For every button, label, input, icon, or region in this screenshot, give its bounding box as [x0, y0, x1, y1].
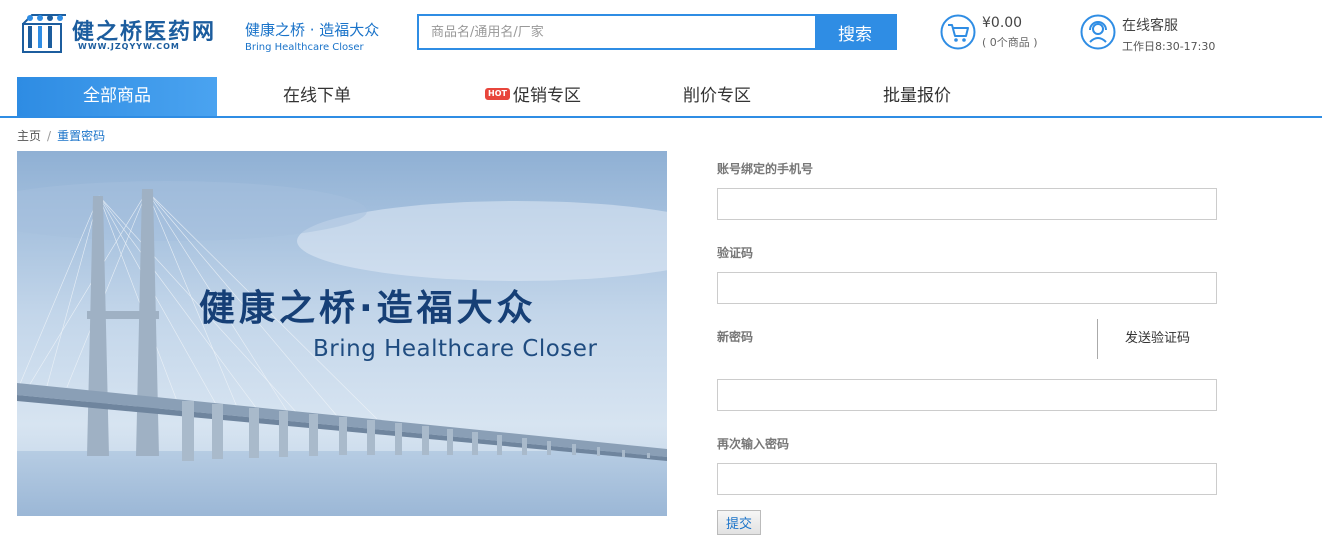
logo-url: WWW.JZQYYW.COM [78, 42, 180, 51]
cart-count: ( 0个商品 ) [982, 36, 1038, 49]
banner-title-cn: 健康之桥·造福大众 [199, 288, 537, 329]
bridge-banner: 健康之桥·造福大众 Bring Healthcare Closer [17, 151, 667, 516]
nav-item-promotions[interactable]: HOT 促销专区 [433, 77, 633, 116]
nav-item-discounts[interactable]: 削价专区 [617, 77, 817, 116]
nav-item-all-products[interactable]: 全部商品 [17, 77, 217, 116]
cart-icon [940, 14, 976, 50]
bridge-banner-image [17, 151, 667, 516]
online-service[interactable]: 在线客服 工作日8:30-17:30 [1080, 14, 1215, 54]
cart-price: ¥0.00 [982, 15, 1023, 31]
code-label: 验证码 [717, 246, 754, 260]
site-logo[interactable]: 健之桥医药网 WWW.JZQYYW.COM [20, 10, 225, 56]
nav-item-label: 批量报价 [883, 86, 951, 106]
breadcrumb-home[interactable]: 主页 [17, 129, 41, 143]
new-password-input[interactable] [717, 379, 1217, 411]
search-button[interactable]: 搜索 [815, 16, 895, 48]
main-nav: 全部商品 在线下单 HOT 促销专区 削价专区 批量报价 [0, 77, 1322, 118]
confirm-password-input[interactable] [717, 463, 1217, 495]
slogan-cn: 健康之桥 · 造福大众 [245, 21, 380, 39]
phone-label: 账号绑定的手机号 [717, 162, 814, 176]
send-code-button[interactable]: 发送验证码 [1097, 319, 1217, 359]
breadcrumb: 主页 / 重置密码 [17, 127, 105, 144]
cart-summary[interactable]: ¥0.00 ( 0个商品 ) [940, 14, 1038, 50]
nav-item-online-order[interactable]: 在线下单 [217, 77, 417, 116]
slogan-en: Bring Healthcare Closer [245, 42, 364, 53]
customer-service-icon [1080, 14, 1116, 50]
nav-item-label: 全部商品 [83, 86, 151, 106]
nav-item-label: 在线下单 [283, 86, 351, 106]
banner-title-en: Bring Healthcare Closer [313, 336, 598, 362]
verification-code-input[interactable] [717, 272, 1217, 304]
nav-item-label: 促销专区 [512, 86, 581, 106]
service-hours: 工作日8:30-17:30 [1122, 40, 1216, 53]
search-input[interactable] [419, 16, 815, 48]
breadcrumb-separator: / [47, 129, 52, 143]
service-title: 在线客服 [1122, 18, 1178, 34]
submit-button[interactable]: 提交 [717, 510, 761, 535]
nav-item-bulk-quote[interactable]: 批量报价 [817, 77, 1017, 116]
hot-badge: HOT [485, 88, 510, 100]
confirm-password-label: 再次输入密码 [717, 437, 790, 451]
header-slogan: 健康之桥 · 造福大众 Bring Healthcare Closer [245, 19, 379, 53]
breadcrumb-current: 重置密码 [57, 129, 106, 143]
phone-input[interactable] [717, 188, 1217, 220]
new-password-label: 新密码 [717, 330, 754, 344]
nav-item-label: 削价专区 [683, 86, 751, 106]
logo-mark-icon [22, 14, 66, 53]
search-bar: 搜索 [417, 14, 897, 50]
